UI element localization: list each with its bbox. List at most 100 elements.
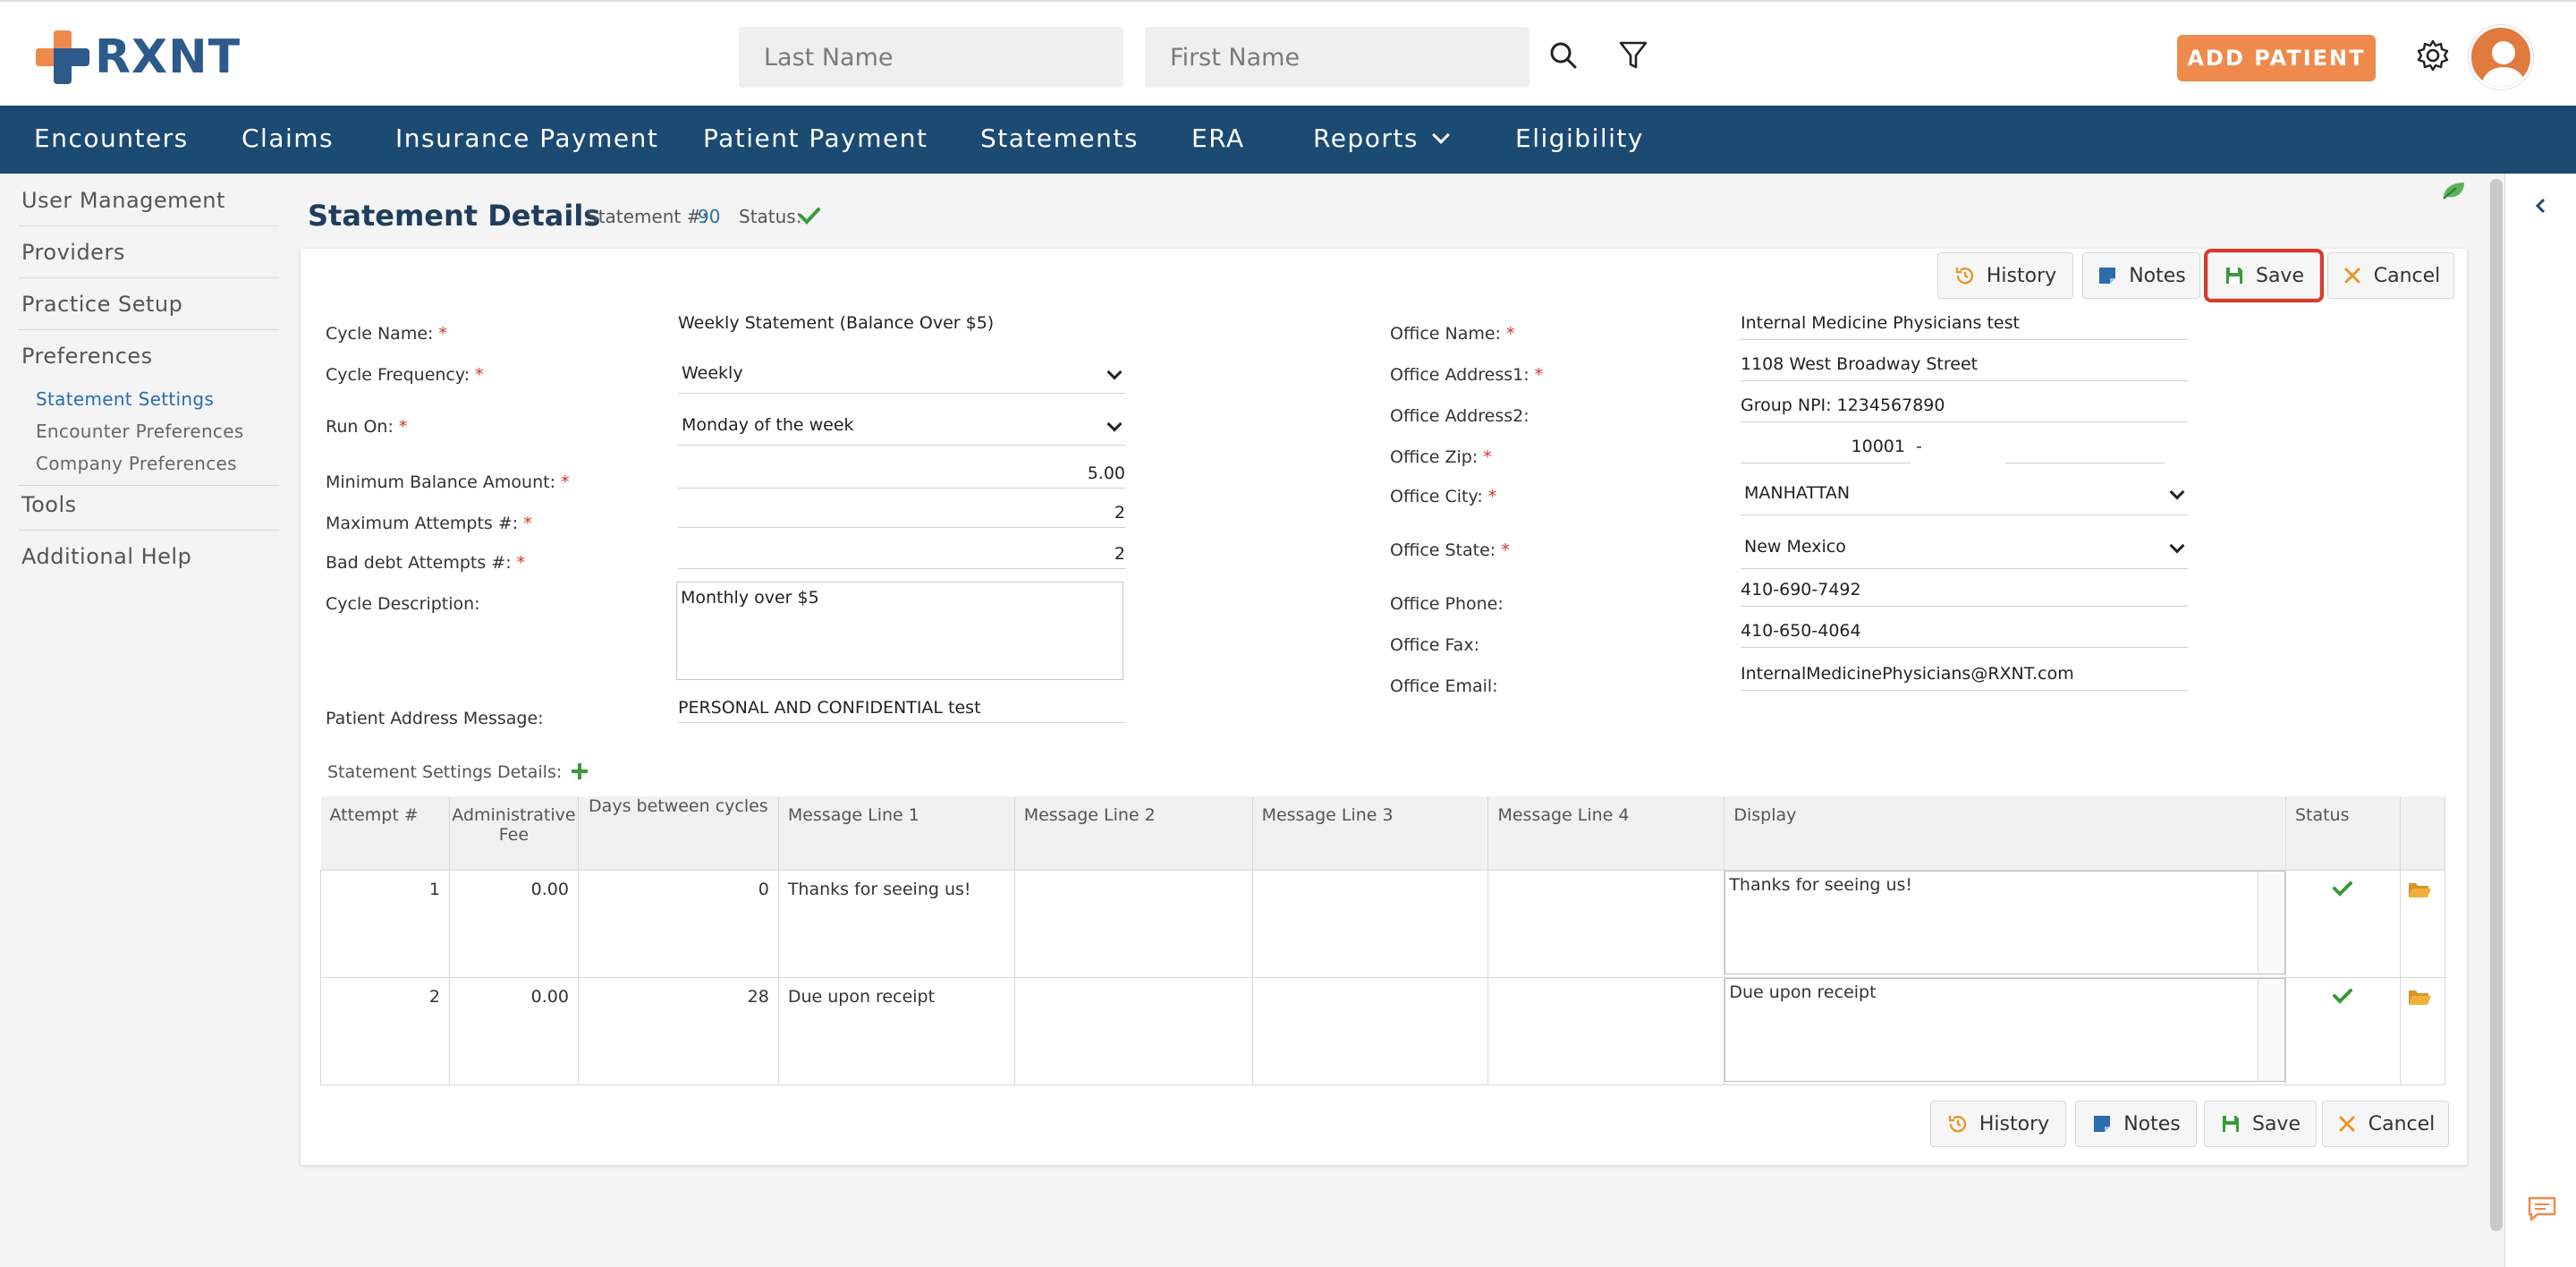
col-display: Display (1724, 796, 2286, 870)
sidebar: User Management Providers Practice Setup… (0, 174, 292, 1267)
sidebar-item-tools[interactable]: Tools (21, 492, 77, 517)
notes-button-label: Notes (2129, 264, 2186, 287)
cell-attempt[interactable]: 2 (320, 976, 450, 1085)
cycle-description-textarea[interactable]: Monthly over $5 (676, 582, 1123, 680)
nav-insurance-payment[interactable]: Insurance Payment (395, 123, 658, 153)
search-icon[interactable] (1546, 38, 1581, 73)
cycle-frequency-select[interactable]: Weekly (678, 363, 1125, 394)
run-on-select[interactable]: Monday of the week (678, 415, 1125, 446)
nav-encounters[interactable]: Encounters (34, 123, 189, 153)
sidebar-item-user-management[interactable]: User Management (21, 188, 225, 213)
nav-claims[interactable]: Claims (242, 123, 334, 153)
cell-fee[interactable]: 0.00 (448, 976, 579, 1085)
last-name-search-input[interactable] (739, 27, 1123, 88)
sidebar-item-additional-help[interactable]: Additional Help (21, 544, 191, 569)
folder-open-icon[interactable] (2407, 880, 2432, 899)
cell-line4[interactable] (1487, 976, 1725, 1085)
cell-line2[interactable] (1013, 976, 1253, 1085)
office-state-select[interactable]: New Mexico (1741, 537, 2188, 569)
office-city-label: Office City: * (1390, 487, 1497, 506)
gear-icon[interactable] (2415, 38, 2451, 73)
cycle-name-input[interactable]: Weekly Statement (Balance Over $5) (678, 313, 1125, 340)
sidebar-sub-company-preferences[interactable]: Company Preferences (36, 453, 237, 474)
statement-number-value: 90 (698, 206, 721, 227)
user-avatar[interactable] (2469, 25, 2533, 89)
office-fax-label: Office Fax: (1390, 635, 1479, 655)
history-button-bottom[interactable]: History (1930, 1101, 2066, 1147)
chat-icon[interactable] (2527, 1195, 2557, 1222)
cell-status (2284, 869, 2401, 978)
cancel-button[interactable]: Cancel (2327, 252, 2454, 299)
office-email-label: Office Email: (1390, 676, 1498, 696)
right-rail (2504, 174, 2576, 1267)
notes-button-bottom[interactable]: Notes (2075, 1101, 2197, 1147)
col-admin-fee: Administrative Fee (449, 796, 579, 870)
nav-patient-payment[interactable]: Patient Payment (703, 123, 928, 153)
office-fax-input[interactable]: 410-650-4064 (1741, 621, 2188, 648)
chevron-down-icon (1432, 126, 1450, 144)
textarea-scrollbar[interactable] (2257, 871, 2284, 974)
zip-separator: - (1916, 437, 1922, 456)
cell-days[interactable]: 0 (577, 869, 779, 978)
cell-line3[interactable] (1251, 869, 1489, 978)
notes-icon (2094, 1116, 2111, 1132)
sidebar-item-providers[interactable]: Providers (21, 240, 125, 265)
nav-reports[interactable]: Reports (1313, 123, 1450, 153)
sidebar-sub-statement-settings[interactable]: Statement Settings (36, 388, 214, 410)
save-button[interactable]: Save (2204, 249, 2324, 302)
office-address1-input[interactable]: 1108 West Broadway Street (1741, 354, 2188, 381)
save-icon (2225, 268, 2242, 284)
cell-line1[interactable]: Thanks for seeing us! (777, 869, 1015, 978)
sidebar-item-practice-setup[interactable]: Practice Setup (21, 292, 182, 317)
nav-era[interactable]: ERA (1191, 123, 1245, 153)
nav-statements[interactable]: Statements (980, 123, 1139, 153)
first-name-search-input[interactable] (1145, 27, 1530, 88)
display-textarea[interactable]: Due upon receipt (1724, 977, 2285, 1082)
rxnt-logo[interactable]: RXNT (34, 29, 241, 86)
office-zip-input[interactable]: 10001 (1741, 437, 1911, 463)
cancel-button-bottom[interactable]: Cancel (2322, 1101, 2449, 1147)
nav-reports-label: Reports (1313, 123, 1419, 153)
max-attempts-label: Maximum Attempts #: * (326, 514, 532, 533)
display-textarea[interactable]: Thanks for seeing us! (1724, 870, 2285, 974)
min-balance-input[interactable]: 5.00 (678, 463, 1125, 489)
notes-button[interactable]: Notes (2082, 252, 2200, 299)
office-email-input[interactable]: InternalMedicinePhysicians@RXNT.com (1741, 664, 2188, 691)
sidebar-sub-encounter-preferences[interactable]: Encounter Preferences (36, 421, 244, 442)
sidebar-item-preferences[interactable]: Preferences (21, 344, 153, 369)
office-name-input[interactable]: Internal Medicine Physicians test (1741, 313, 2188, 340)
patient-address-message-input[interactable]: PERSONAL AND CONFIDENTIAL test (678, 698, 1125, 723)
filter-icon[interactable] (1615, 38, 1651, 73)
notes-icon (2099, 268, 2116, 284)
add-row-plus-icon[interactable] (569, 761, 590, 782)
cell-line1[interactable]: Due upon receipt (777, 976, 1015, 1085)
cycle-name-label: Cycle Name: * (326, 324, 447, 344)
sidebar-divider (18, 485, 279, 486)
cell-line3[interactable] (1251, 976, 1489, 1085)
page-scrollbar[interactable] (2490, 179, 2503, 1231)
office-zip-ext-input[interactable] (2005, 437, 2165, 463)
textarea-scrollbar[interactable] (2257, 978, 2284, 1081)
bad-debt-input[interactable]: 2 (678, 544, 1125, 569)
cell-line2[interactable] (1013, 869, 1253, 978)
col-message-line-3: Message Line 3 (1252, 796, 1489, 870)
office-address2-input[interactable]: Group NPI: 1234567890 (1741, 395, 2188, 422)
add-patient-button[interactable]: ADD PATIENT (2177, 35, 2376, 81)
cell-line4[interactable] (1487, 869, 1725, 978)
office-city-select[interactable]: MANHATTAN (1741, 483, 2188, 515)
cell-attempt[interactable]: 1 (320, 869, 450, 978)
folder-open-icon[interactable] (2407, 987, 2432, 1007)
cell-fee[interactable]: 0.00 (448, 869, 579, 978)
save-icon (2222, 1116, 2239, 1132)
cell-days[interactable]: 28 (577, 976, 779, 1085)
office-phone-input[interactable]: 410-690-7492 (1741, 580, 2188, 607)
cell-actions (2399, 869, 2446, 978)
sidebar-divider (18, 530, 279, 531)
collapse-chevron-icon[interactable] (2532, 197, 2550, 215)
save-button-bottom[interactable]: Save (2204, 1101, 2317, 1147)
cell-display: Thanks for seeing us! (1724, 869, 2286, 978)
nav-eligibility[interactable]: Eligibility (1515, 123, 1644, 153)
history-button[interactable]: History (1937, 252, 2073, 299)
max-attempts-input[interactable]: 2 (678, 503, 1125, 528)
leaf-icon (2443, 183, 2464, 200)
